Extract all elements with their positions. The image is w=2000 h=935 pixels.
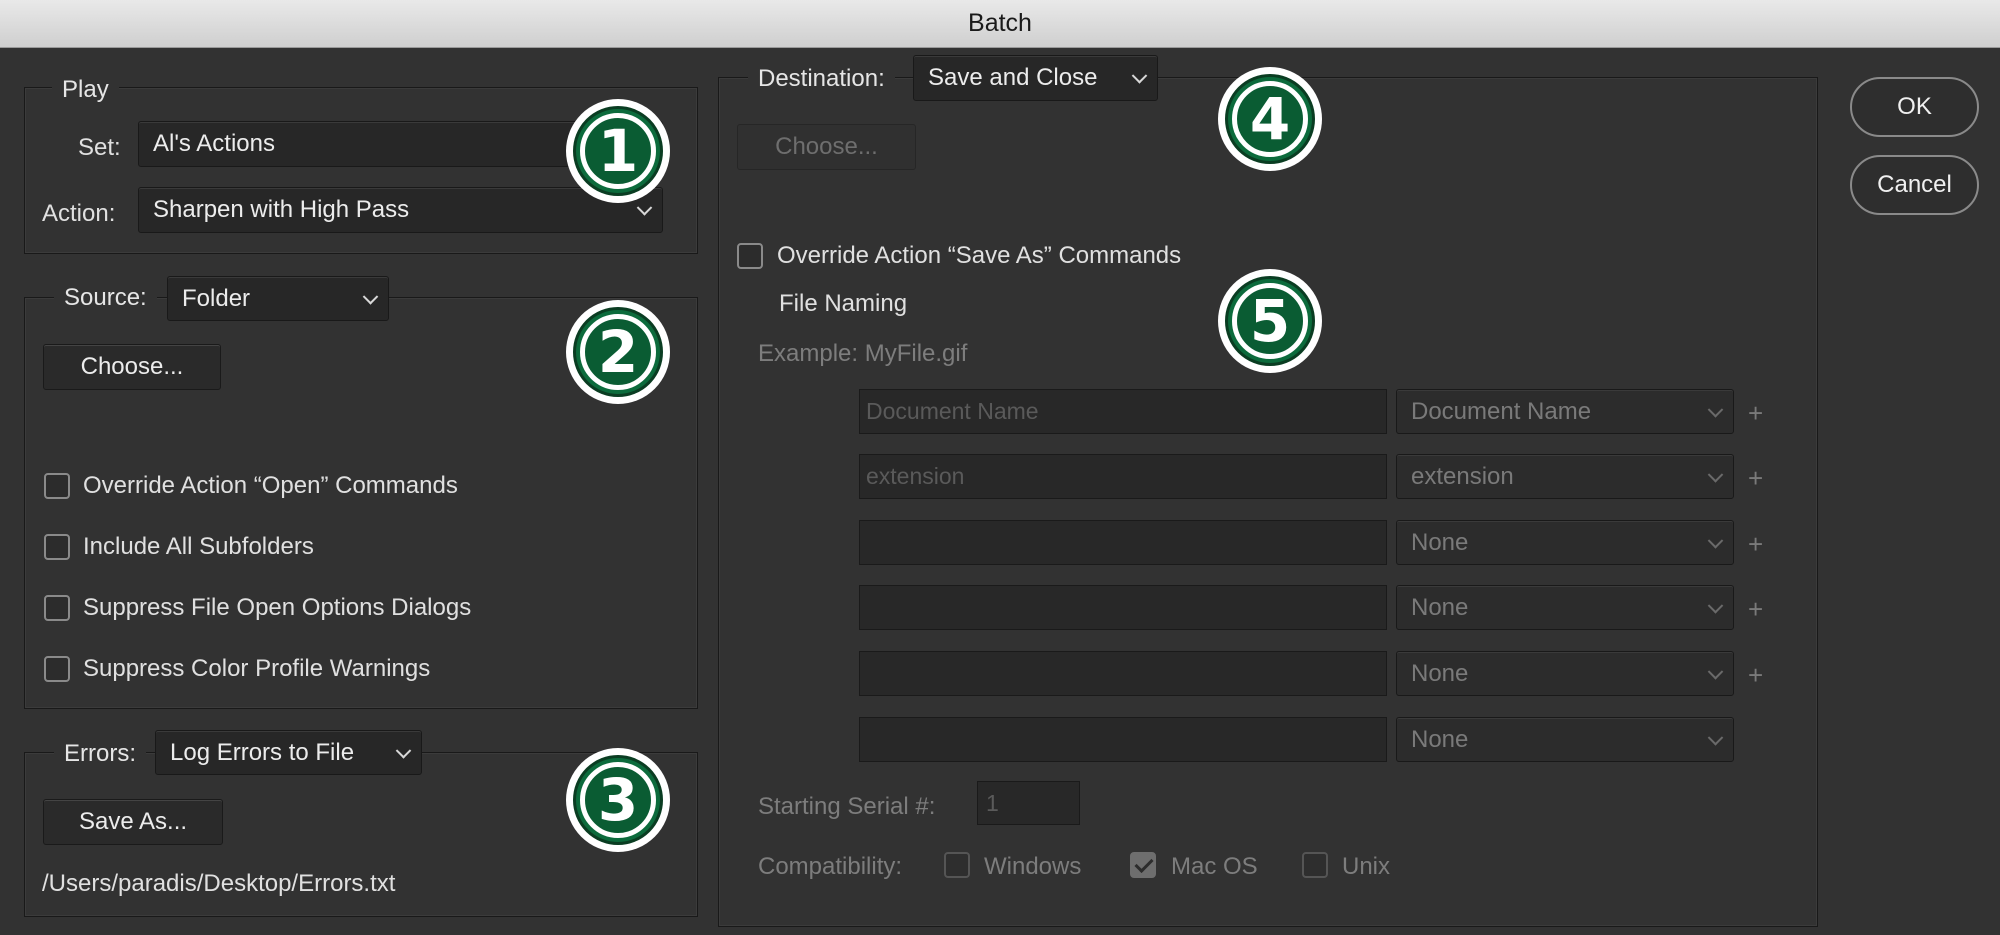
chevron-down-icon [1707,597,1724,614]
callout-number-5: 5 [1232,283,1308,359]
destination-label: Destination: [758,65,885,92]
destination-choose-button[interactable]: Choose... [737,124,916,170]
naming-field-4[interactable] [859,585,1387,630]
action-select-value: Sharpen with High Pass [153,196,410,223]
naming-field-2[interactable]: extension [859,454,1387,499]
unix-checkbox[interactable] [1302,852,1328,878]
suppress-color-profile-label: Suppress Color Profile Warnings [83,655,431,682]
errors-file-path: /Users/paradis/Desktop/Errors.txt [42,870,396,897]
cancel-button-label: Cancel [1877,171,1952,198]
include-subfolders-label: Include All Subfolders [83,533,314,560]
source-select[interactable]: Folder [167,276,389,321]
callout-number-3: 3 [580,762,656,838]
naming-select-6[interactable]: None [1396,717,1734,762]
chevron-down-icon [362,288,379,305]
include-subfolders-checkbox[interactable] [44,534,70,560]
destination-legend: Destination: [748,61,895,97]
source-choose-label: Choose... [80,353,184,380]
source-choose-button[interactable]: Choose... [43,344,221,390]
add-row-icon[interactable]: + [1748,660,1763,691]
naming-select-6-value: None [1411,725,1469,753]
starting-serial-field[interactable]: 1 [977,781,1080,825]
source-select-value: Folder [182,284,251,312]
naming-field-1[interactable]: Document Name [859,389,1387,434]
add-row-icon[interactable]: + [1748,594,1763,625]
mac-os-checkbox[interactable] [1130,852,1156,878]
errors-label: Errors: [64,740,136,767]
ok-button[interactable]: OK [1850,77,1979,137]
callout-badge-4: 4 [1218,67,1322,171]
override-save-as-label: Override Action “Save As” Commands [777,242,1182,269]
naming-select-5[interactable]: None [1396,651,1734,696]
destination-select-value: Save and Close [928,64,1098,91]
unix-label: Unix [1342,853,1391,880]
naming-select-1-value: Document Name [1411,397,1592,425]
naming-select-1[interactable]: Document Name [1396,389,1734,434]
source-label: Source: [64,284,147,311]
add-row-icon[interactable]: + [1748,529,1763,560]
callout-badge-1: 1 [566,99,670,203]
callout-number-2: 2 [580,314,656,390]
override-open-label: Override Action “Open” Commands [83,472,458,499]
naming-field-3[interactable] [859,520,1387,565]
chevron-down-icon [1707,729,1724,746]
source-legend: Source: [54,280,157,316]
chevron-down-icon [1707,401,1724,418]
destination-choose-label: Choose... [775,133,878,160]
chevron-down-icon [1707,532,1724,549]
set-label: Set: [78,134,121,161]
starting-serial-label: Starting Serial #: [758,793,936,820]
suppress-open-options-label: Suppress File Open Options Dialogs [83,594,472,621]
ok-button-label: OK [1897,93,1932,120]
naming-select-3[interactable]: None [1396,520,1734,565]
add-row-icon[interactable]: + [1748,463,1763,494]
naming-field-6[interactable] [859,717,1387,762]
window-title-bar: Batch [0,0,2000,48]
callout-number-4: 4 [1232,81,1308,157]
naming-field-5[interactable] [859,651,1387,696]
chevron-down-icon [1131,68,1148,84]
naming-select-2[interactable]: extension [1396,454,1734,499]
override-open-checkbox[interactable] [44,473,70,499]
naming-field-1-text: Document Name [866,398,1039,424]
callout-number-1: 1 [580,113,656,189]
naming-field-2-text: extension [866,463,965,489]
errors-select[interactable]: Log Errors to File [155,730,422,775]
chevron-down-icon [636,200,653,216]
naming-select-4-value: None [1411,593,1469,621]
compatibility-label: Compatibility: [758,853,903,880]
suppress-color-profile-checkbox[interactable] [44,656,70,682]
play-legend-label: Play [62,76,109,103]
override-save-as-checkbox[interactable] [737,243,763,269]
windows-label: Windows [984,853,1082,880]
action-select[interactable]: Sharpen with High Pass [138,187,663,233]
callout-badge-5: 5 [1218,269,1322,373]
errors-legend: Errors: [54,736,146,772]
destination-select[interactable]: Save and Close [913,55,1158,101]
file-naming-label: File Naming [779,290,908,317]
naming-select-2-value: extension [1411,462,1514,490]
add-row-icon[interactable]: + [1748,398,1763,429]
starting-serial-value: 1 [986,789,999,816]
windows-checkbox[interactable] [944,852,970,878]
naming-select-3-value: None [1411,528,1469,556]
action-label: Action: [42,200,116,227]
errors-save-as-label: Save As... [78,808,188,835]
play-legend: Play [52,72,119,108]
chevron-down-icon [1707,466,1724,483]
cancel-button[interactable]: Cancel [1850,155,1979,215]
mac-os-label: Mac OS [1171,853,1258,880]
set-select-value: Al's Actions [153,130,275,157]
chevron-down-icon [395,742,412,759]
naming-select-5-value: None [1411,659,1469,687]
errors-save-as-button[interactable]: Save As... [43,799,223,845]
window-title: Batch [968,9,1032,37]
file-naming-example: Example: MyFile.gif [758,340,968,367]
callout-badge-3: 3 [566,748,670,852]
naming-select-4[interactable]: None [1396,585,1734,630]
suppress-open-options-checkbox[interactable] [44,595,70,621]
callout-badge-2: 2 [566,300,670,404]
chevron-down-icon [1707,663,1724,680]
errors-select-value: Log Errors to File [170,738,355,766]
